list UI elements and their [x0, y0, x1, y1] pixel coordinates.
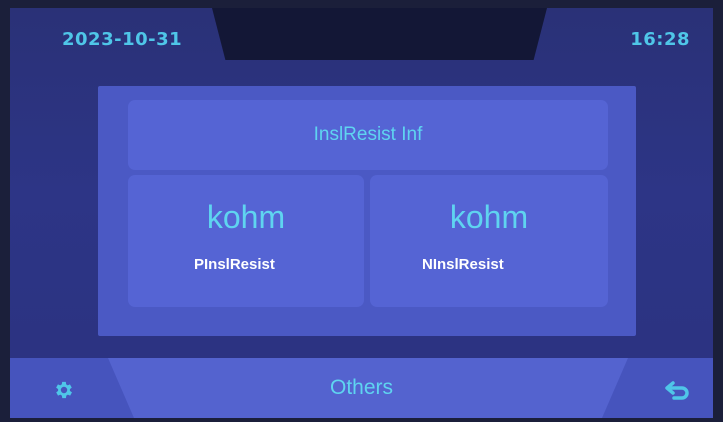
insulation-resistance-panel: InslResist Inf kohm PInslResist kohm NIn… — [98, 86, 636, 336]
top-status-bar: 2023-10-31 16:28 — [10, 8, 713, 80]
back-arrow-icon — [665, 381, 689, 400]
pinslresist-label: PInslResist — [194, 256, 275, 273]
panel-header: InslResist Inf — [128, 100, 608, 170]
date-display: 2023-10-31 — [62, 29, 183, 50]
others-tab[interactable]: Others — [10, 358, 713, 418]
pinslresist-value: kohm — [206, 199, 286, 235]
ninslresist-value: kohm — [449, 199, 529, 235]
back-button[interactable] — [664, 378, 692, 402]
gear-icon — [56, 381, 72, 399]
ninslresist-label: NInslResist — [422, 256, 504, 273]
pinslresist-cell: kohm PInslResist — [128, 175, 364, 307]
time-display: 16:28 — [630, 29, 690, 50]
bottom-nav-bar: Others — [10, 358, 713, 418]
panel-title: InslResist Inf — [313, 124, 423, 145]
hmi-screen: 2023-10-31 16:28 InslResist Inf kohm PIn… — [10, 8, 713, 418]
ninslresist-cell: kohm NInslResist — [370, 175, 608, 307]
top-bar-notch — [212, 8, 547, 60]
settings-button[interactable] — [53, 379, 75, 401]
